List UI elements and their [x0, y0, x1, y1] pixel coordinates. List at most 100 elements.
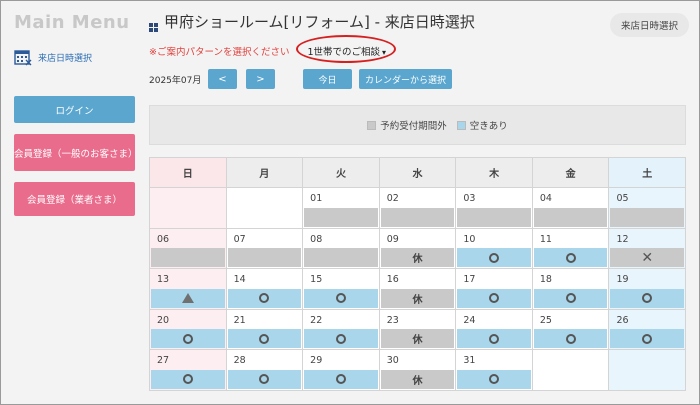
day-number: 15 [310, 274, 323, 285]
calendar-day-cell[interactable]: 15 [303, 269, 380, 310]
calendar-day-cell[interactable]: 26 [609, 309, 687, 350]
calendar-day-cell[interactable]: 28 [226, 350, 304, 391]
status-outside-period [304, 207, 378, 227]
circle-icon [259, 333, 270, 344]
calendar-day-cell: 23 休 [379, 309, 457, 350]
circle-icon [335, 293, 346, 303]
calendar-day-cell[interactable]: 11 [532, 228, 610, 269]
day-number: 01 [310, 193, 323, 204]
calendar-day-cell: 02 [379, 188, 457, 229]
legend-outside-label: 予約受付期間外 [380, 121, 447, 132]
status-available [610, 288, 685, 308]
calendar-day-cell[interactable]: 20 [150, 309, 227, 350]
day-number: 06 [157, 233, 170, 245]
calendar-day-cell[interactable]: 10 [456, 228, 533, 269]
day-number: 18 [539, 274, 552, 285]
weekday-header: 月 [226, 158, 304, 188]
login-button[interactable]: ログイン [14, 96, 135, 123]
calendar-empty-cell [226, 188, 304, 229]
business-register-button[interactable]: 会員登録（業者さま） [14, 182, 135, 216]
day-number: 09 [386, 233, 399, 245]
status-outside-period [151, 248, 225, 267]
grid-icon [149, 17, 158, 32]
circle-icon [642, 333, 653, 344]
calendar-day-cell[interactable]: 31 [456, 350, 533, 391]
day-number: 27 [157, 355, 170, 366]
closed-label: 休 [412, 335, 423, 346]
calendar-day-cell[interactable]: 19 [609, 269, 687, 310]
calendar-day-cell[interactable]: 21 [226, 309, 304, 350]
status-available [304, 329, 378, 348]
calendar-day-cell: 16 休 [379, 269, 457, 310]
next-month-button[interactable]: > [246, 69, 275, 89]
calendar-day-cell[interactable]: 25 [532, 309, 610, 350]
calendar-day-cell[interactable]: 17 [456, 269, 533, 310]
status-available [457, 329, 531, 348]
status-outside-period [304, 248, 378, 267]
calendar-day-cell[interactable]: 22 [303, 309, 380, 350]
weekday-header-row: 日月火水木金土 [150, 158, 687, 188]
status-available [457, 248, 531, 267]
pattern-select[interactable]: 1世帯でのご相談 ▾ [295, 35, 396, 63]
circle-icon [489, 374, 500, 384]
day-number: 07 [233, 233, 246, 245]
status-available [151, 329, 225, 348]
status-outside-period [380, 207, 455, 227]
highlight-oval [295, 35, 396, 63]
day-number: 10 [463, 233, 476, 245]
calendar-day-cell: 07 [226, 228, 304, 269]
status-available [610, 329, 685, 348]
day-number: 24 [463, 314, 476, 326]
status-available [533, 329, 608, 348]
status-closed: 休 [380, 329, 455, 348]
day-number: 05 [616, 193, 629, 204]
status-available [227, 288, 302, 308]
chevron-right-icon: > [256, 73, 265, 85]
weekday-header: 木 [456, 158, 533, 188]
calendar-day-cell[interactable]: 14 [226, 269, 304, 310]
pattern-row: ※ご案内パターンを選択ください 1世帯でのご相談 ▾ [149, 35, 396, 63]
day-number: 28 [233, 355, 246, 366]
legend-available: 空きあり [456, 118, 508, 132]
circle-icon [565, 252, 576, 263]
status-available [304, 288, 378, 308]
day-number: 21 [233, 314, 246, 326]
calendar-day-cell[interactable]: 18 [532, 269, 610, 310]
step-badge: 来店日時選択 [609, 13, 689, 37]
member-register-button[interactable]: 会員登録（一般のお客さま） [14, 134, 138, 171]
status-full: ✕ [610, 248, 685, 267]
prev-month-button[interactable]: < [208, 69, 237, 89]
gray-swatch-icon [367, 120, 377, 130]
sidebar: Main Menu 来店日時選択 ログイン 会員登録（一般のお客さま） 会員登録… [2, 2, 138, 405]
circle-icon [259, 374, 270, 384]
calendar-empty-cell [150, 188, 227, 229]
calendar-grid: 日月火水木金土 01 02 03 04 05 06 07 08 09 休 10 11 12 ✕ 13 14 15… [149, 157, 687, 391]
day-number: 14 [233, 274, 246, 285]
app-frame: Main Menu 来店日時選択 ログイン 会員登録（一般のお客さま） 会員登録… [0, 0, 700, 405]
status-available [457, 288, 531, 308]
calendar-pick-button[interactable]: カレンダーから選択 [359, 69, 452, 89]
calendar-day-cell: 03 [456, 188, 533, 229]
day-number: 13 [157, 274, 170, 285]
calendar-icon [14, 48, 32, 66]
day-number: 23 [386, 314, 399, 326]
circle-icon [335, 374, 346, 384]
legend: 予約受付期間外 空きあり [149, 105, 686, 145]
weekday-header: 土 [609, 158, 687, 188]
calendar-day-cell: 06 [150, 228, 227, 269]
calendar-day-cell[interactable]: 27 [150, 350, 227, 391]
day-number: 12 [616, 233, 629, 245]
calendar-empty-cell [532, 350, 610, 391]
calendar-day-cell[interactable]: 29 [303, 350, 380, 391]
day-number: 04 [539, 193, 552, 204]
calendar-day-cell[interactable]: 24 [456, 309, 533, 350]
status-available [304, 369, 378, 389]
calendar-day-cell[interactable]: 13 [150, 269, 227, 310]
today-button[interactable]: 今日 [303, 69, 352, 89]
status-available [227, 369, 302, 389]
page-title: 甲府ショールーム[リフォーム] - 来店日時選択 [164, 13, 475, 31]
status-available [457, 369, 531, 389]
main-menu-title: Main Menu [14, 12, 130, 33]
sidebar-item-visit-datetime[interactable]: 来店日時選択 [14, 48, 92, 66]
status-few-left [151, 288, 225, 308]
